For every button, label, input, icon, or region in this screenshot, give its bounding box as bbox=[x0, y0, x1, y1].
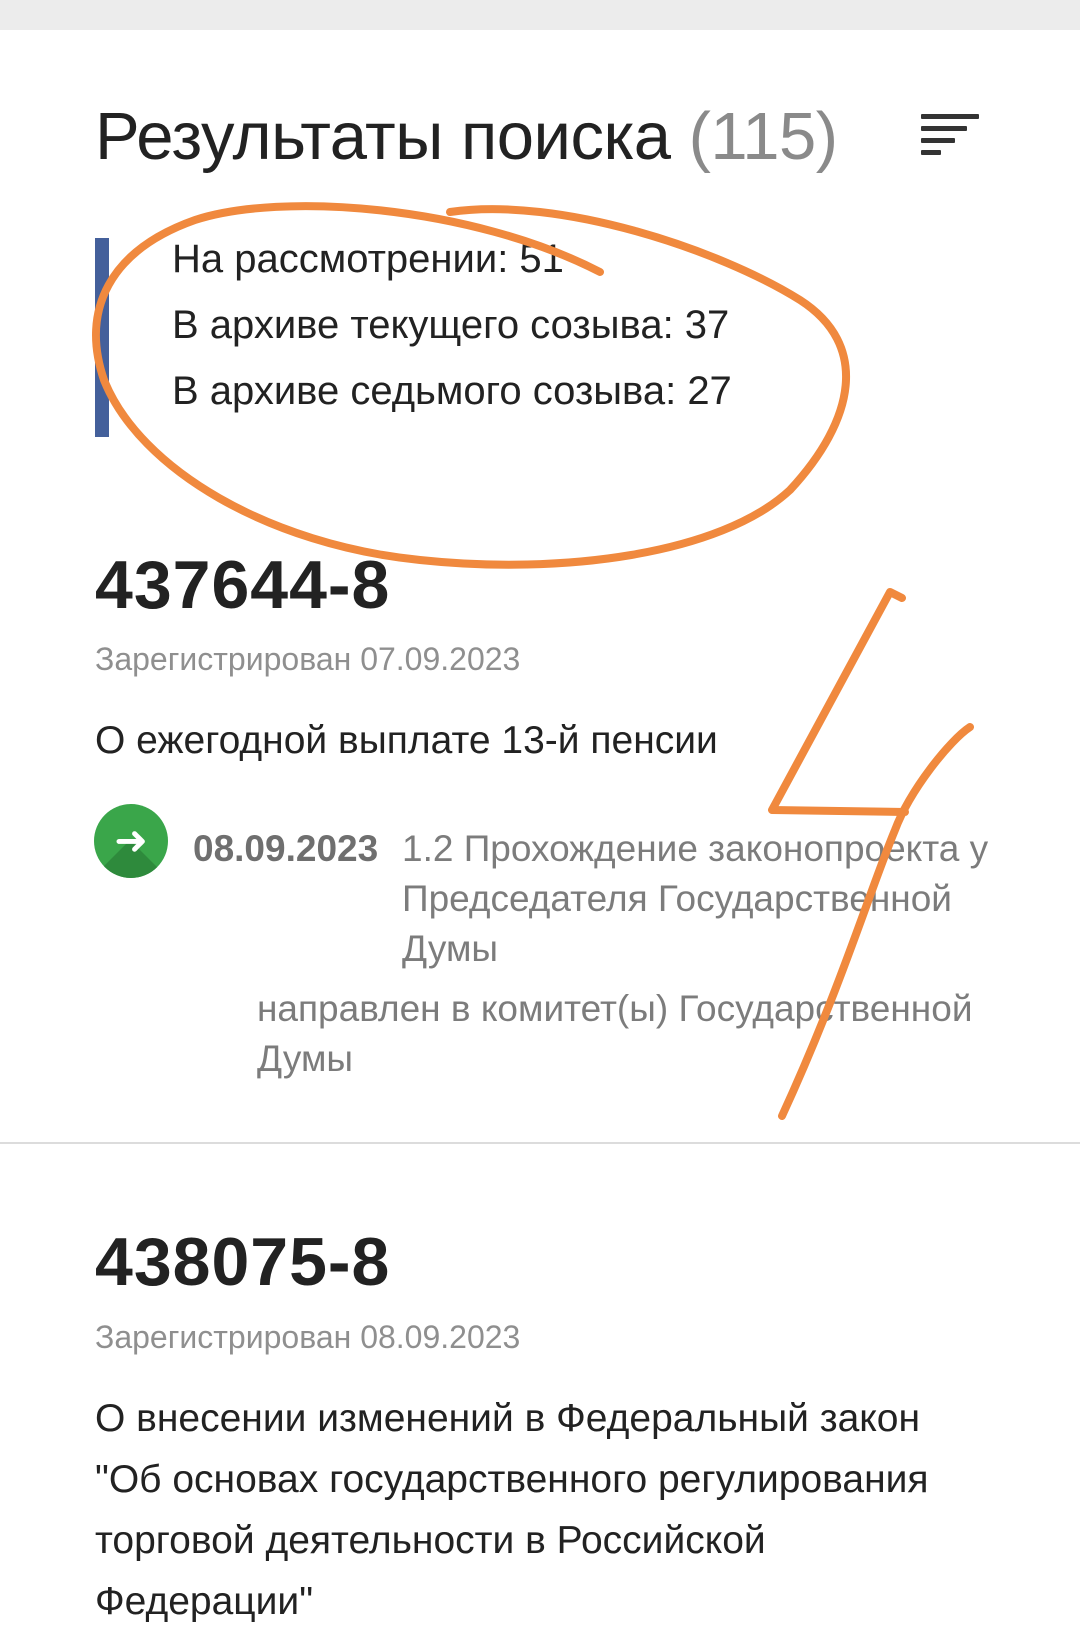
event-stage: 1.2 Прохождение законопроекта у Председа… bbox=[402, 828, 989, 969]
result-divider bbox=[0, 1142, 1080, 1144]
results-summary: На рассмотрении: 51 В архиве текущего со… bbox=[95, 237, 815, 438]
bill-number-link[interactable]: 438075-8 bbox=[95, 1222, 390, 1302]
summary-accent-bar bbox=[95, 238, 109, 437]
sort-lines-icon[interactable] bbox=[921, 114, 979, 158]
results-count: (115) bbox=[688, 99, 838, 174]
summary-on-review[interactable]: На рассмотрении: 51 bbox=[172, 226, 564, 292]
results-header: Результаты поиска (115) bbox=[95, 92, 1035, 182]
bill-registered-date: Зарегистрирован 07.09.2023 bbox=[95, 641, 521, 677]
summary-archive-current[interactable]: В архиве текущего созыва: 37 bbox=[172, 292, 729, 358]
arrow-right-icon: ➜ bbox=[114, 818, 148, 864]
event-decision: направлен в комитет(ы) Государственной Д… bbox=[257, 988, 973, 1079]
bill-title-link[interactable]: О ежегодной выплате 13-й пенсии bbox=[95, 710, 955, 771]
bill-number-link[interactable]: 437644-8 bbox=[95, 545, 390, 625]
bill-registered-date: Зарегистрирован 08.09.2023 bbox=[95, 1319, 521, 1355]
event-date: 08.09.2023 bbox=[193, 828, 379, 869]
green-arrow-icon[interactable]: ➜ bbox=[94, 804, 168, 878]
page-title: Результаты поиска (115) bbox=[95, 92, 1035, 182]
top-status-strip bbox=[0, 0, 1080, 30]
bill-title-link[interactable]: О внесении изменений в Федеральный закон… bbox=[95, 1388, 955, 1632]
page-title-text: Результаты поиска bbox=[95, 99, 671, 174]
summary-archive-seventh[interactable]: В архиве седьмого созыва: 27 bbox=[172, 358, 732, 424]
